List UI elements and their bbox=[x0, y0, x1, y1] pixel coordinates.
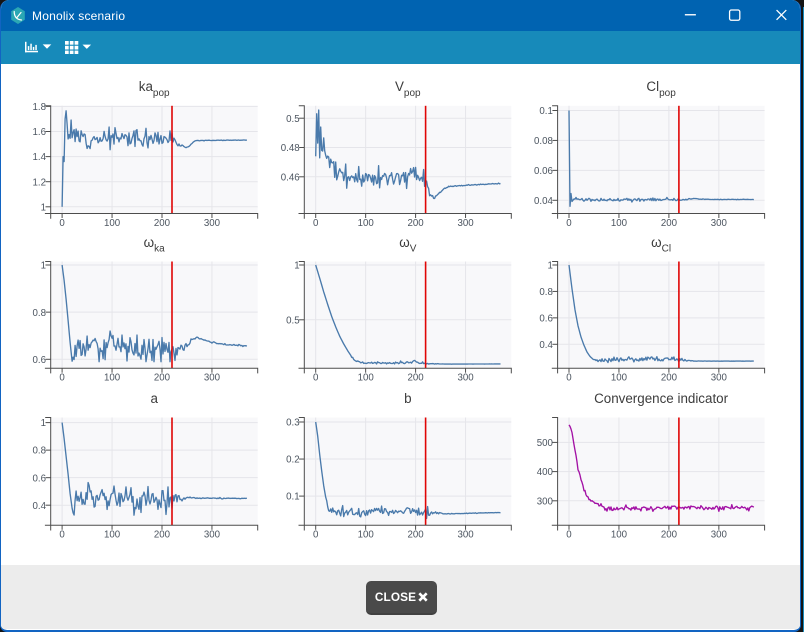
svg-text:200: 200 bbox=[661, 530, 678, 541]
svg-text:0: 0 bbox=[313, 218, 319, 229]
svg-text:0.4: 0.4 bbox=[539, 340, 553, 351]
svg-text:200: 200 bbox=[661, 373, 678, 384]
svg-text:0.8: 0.8 bbox=[539, 287, 552, 298]
svg-text:0.5: 0.5 bbox=[286, 315, 299, 326]
svg-text:300: 300 bbox=[711, 530, 728, 541]
svg-text:200: 200 bbox=[154, 530, 171, 541]
svg-text:1: 1 bbox=[41, 418, 46, 429]
svg-text:b: b bbox=[404, 391, 411, 406]
svg-text:0: 0 bbox=[566, 530, 572, 541]
svg-text:0.8: 0.8 bbox=[33, 446, 46, 457]
svg-text:100: 100 bbox=[611, 530, 628, 541]
svg-text:1: 1 bbox=[548, 261, 553, 272]
svg-text:500: 500 bbox=[537, 438, 554, 449]
svg-text:1.6: 1.6 bbox=[33, 127, 46, 138]
svg-text:1.2: 1.2 bbox=[33, 177, 46, 188]
svg-text:100: 100 bbox=[358, 373, 375, 384]
svg-text:1: 1 bbox=[41, 261, 46, 272]
svg-text:300: 300 bbox=[204, 218, 221, 229]
svg-text:100: 100 bbox=[358, 530, 375, 541]
svg-text:200: 200 bbox=[154, 218, 171, 229]
svg-text:300: 300 bbox=[204, 530, 221, 541]
svg-text:0.08: 0.08 bbox=[534, 136, 553, 147]
svg-text:1: 1 bbox=[294, 261, 299, 272]
svg-text:400: 400 bbox=[537, 467, 554, 478]
svg-text:ωka: ωka bbox=[144, 235, 165, 255]
svg-text:100: 100 bbox=[358, 218, 375, 229]
svg-text:0.6: 0.6 bbox=[33, 355, 46, 366]
svg-text:300: 300 bbox=[204, 373, 221, 384]
svg-text:0.1: 0.1 bbox=[286, 492, 299, 503]
svg-text:300: 300 bbox=[711, 373, 728, 384]
svg-text:200: 200 bbox=[154, 373, 171, 384]
svg-text:0.04: 0.04 bbox=[534, 196, 553, 207]
svg-text:ωCl: ωCl bbox=[651, 235, 671, 255]
svg-text:0.3: 0.3 bbox=[286, 418, 299, 429]
svg-text:0.6: 0.6 bbox=[33, 473, 46, 484]
svg-text:0: 0 bbox=[59, 373, 65, 384]
svg-text:1.8: 1.8 bbox=[33, 102, 46, 113]
svg-text:0: 0 bbox=[313, 530, 319, 541]
svg-text:Vpop: Vpop bbox=[395, 79, 421, 99]
svg-text:300: 300 bbox=[537, 496, 554, 507]
svg-text:0.48: 0.48 bbox=[281, 143, 300, 154]
svg-text:0: 0 bbox=[313, 373, 319, 384]
svg-text:0.46: 0.46 bbox=[281, 172, 300, 183]
svg-text:100: 100 bbox=[611, 373, 628, 384]
svg-text:kapop: kapop bbox=[139, 79, 170, 99]
svg-text:200: 200 bbox=[408, 373, 425, 384]
svg-text:0: 0 bbox=[566, 218, 572, 229]
svg-text:200: 200 bbox=[408, 218, 425, 229]
svg-text:a: a bbox=[150, 391, 158, 406]
svg-text:100: 100 bbox=[104, 530, 121, 541]
svg-text:300: 300 bbox=[457, 373, 474, 384]
svg-text:200: 200 bbox=[408, 530, 425, 541]
svg-text:100: 100 bbox=[104, 373, 121, 384]
svg-text:1.4: 1.4 bbox=[33, 152, 47, 163]
svg-text:0.2: 0.2 bbox=[286, 455, 299, 466]
svg-text:300: 300 bbox=[711, 218, 728, 229]
svg-text:0: 0 bbox=[59, 530, 65, 541]
svg-text:100: 100 bbox=[104, 218, 121, 229]
svg-text:0.4: 0.4 bbox=[33, 501, 47, 512]
svg-text:0.8: 0.8 bbox=[33, 308, 46, 319]
svg-text:0.6: 0.6 bbox=[539, 313, 552, 324]
svg-text:0: 0 bbox=[59, 218, 65, 229]
svg-text:0: 0 bbox=[566, 373, 572, 384]
svg-text:ωV: ωV bbox=[399, 235, 416, 255]
svg-text:0.1: 0.1 bbox=[539, 106, 552, 117]
svg-text:Clpop: Clpop bbox=[646, 79, 676, 99]
svg-text:1: 1 bbox=[41, 202, 46, 213]
svg-text:200: 200 bbox=[661, 218, 678, 229]
svg-text:0.06: 0.06 bbox=[534, 166, 553, 177]
svg-text:Convergence indicator: Convergence indicator bbox=[594, 391, 729, 406]
svg-text:100: 100 bbox=[611, 218, 628, 229]
svg-text:300: 300 bbox=[457, 218, 474, 229]
svg-text:0.5: 0.5 bbox=[286, 114, 299, 125]
svg-text:300: 300 bbox=[457, 530, 474, 541]
